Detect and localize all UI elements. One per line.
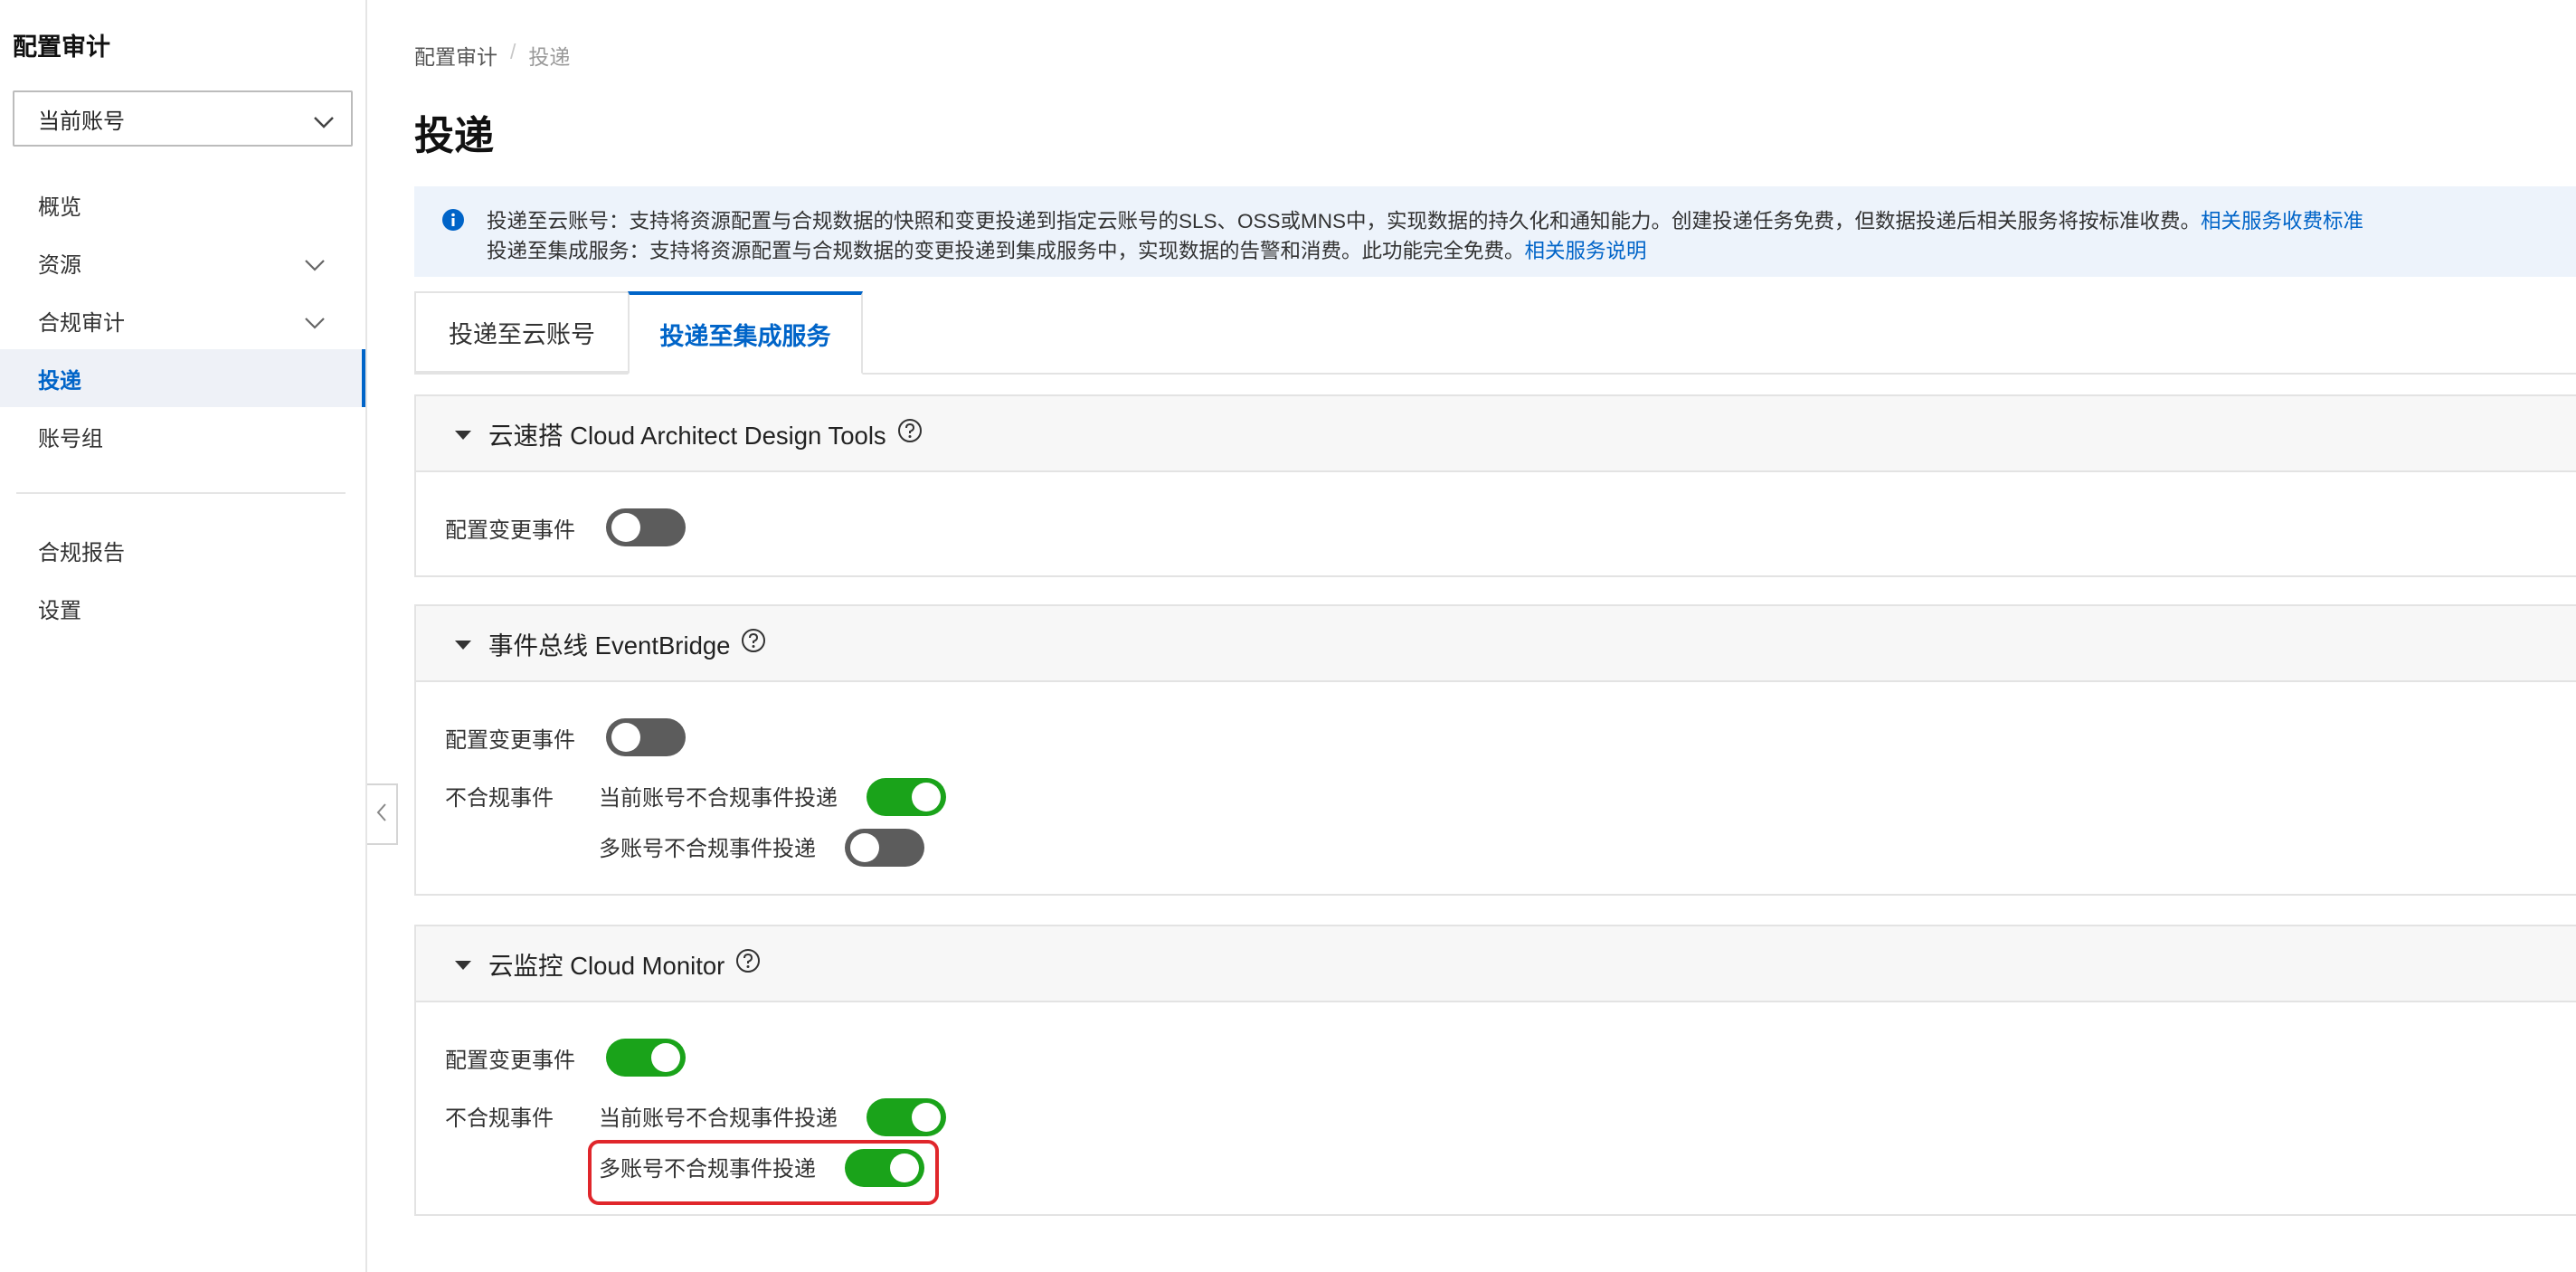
sidebar-item-label: 合规审计 [38,310,125,336]
cloudmonitor-config-change-switch[interactable] [606,1039,686,1077]
config-change-label: 配置变更事件 [445,518,575,543]
caret-down-icon [454,419,472,448]
pricing-link[interactable]: 相关服务收费标准 [2201,210,2363,233]
cadt-config-change-switch[interactable] [606,508,686,546]
main-content: 配置审计 / 投递 投递 投递至云账号：支持将资源配置与合规数据的快照和变更投递… [414,0,2576,1272]
current-account-label: 当前账号不合规事件投递 [599,786,838,811]
panel-cadt: 云速搭 Cloud Architect Design Tools 配置变更事件 [414,394,2576,577]
current-account-row: 当前账号不合规事件投递 [599,780,838,812]
tab-label: 投递至云账号 [449,320,595,348]
sidebar-item-compliance-audit[interactable]: 合规审计 [0,291,365,349]
help-icon[interactable] [735,948,761,980]
help-icon[interactable] [897,418,923,450]
cloudmonitor-multi-account-switch[interactable] [845,1149,924,1187]
page-title: 投递 [414,114,494,158]
breadcrumb-separator: / [510,40,516,63]
breadcrumb-current: 投递 [528,45,571,69]
multi-account-label: 多账号不合规事件投递 [599,1157,816,1182]
noncompliance-label: 不合规事件 [445,1106,554,1131]
switch-knob [912,1103,941,1132]
help-icon[interactable] [741,628,766,660]
switch-knob [890,1153,919,1182]
panel-header[interactable]: 云速搭 Cloud Architect Design Tools [416,396,2576,472]
chevron-down-icon [304,311,326,337]
config-change-row: 配置变更事件 [445,1042,575,1074]
panel-eventbridge: 事件总线 EventBridge 配置变更事件 不合规事件 当前账号不合规事件投… [414,604,2576,896]
caret-down-icon [454,629,472,658]
switch-knob [651,1043,680,1072]
alert-line-2: 投递至集成服务：支持将资源配置与合规数据的变更投递到集成服务中，实现数据的告警和… [487,236,2576,266]
panel-title: 事件总线 EventBridge [488,631,731,660]
sidebar-item-resources[interactable]: 资源 [0,233,365,291]
tab-deliver-to-integrated-service[interactable]: 投递至集成服务 [628,291,863,375]
sidebar-title: 配置审计 [13,33,110,61]
config-change-label: 配置变更事件 [445,1049,575,1073]
info-alert: 投递至云账号：支持将资源配置与合规数据的快照和变更投递到指定云账号的SLS、OS… [414,186,2576,277]
alert-line-1: 投递至云账号：支持将资源配置与合规数据的快照和变更投递到指定云账号的SLS、OS… [487,206,2576,236]
sidebar-item-label: 合规报告 [38,540,125,565]
noncompliance-label: 不合规事件 [445,786,554,811]
sidebar-divider [16,492,346,494]
current-account-label: 当前账号不合规事件投递 [599,1106,838,1131]
service-description-link[interactable]: 相关服务说明 [1525,240,1647,262]
sidebar-item-compliance-report[interactable]: 合规报告 [0,521,365,579]
account-select[interactable]: 当前账号 [13,90,353,147]
multi-account-row: 多账号不合规事件投递 [599,1151,816,1182]
panel-title: 云监控 Cloud Monitor [488,952,725,980]
sidebar-item-label: 概览 [38,195,81,220]
chevron-down-icon [304,253,326,279]
switch-knob [912,783,941,812]
sidebar-item-settings[interactable]: 设置 [0,579,365,637]
delivery-tabs: 投递至云账号 投递至集成服务 [414,291,2576,375]
sidebar: 配置审计 当前账号 概览 资源 合规审计 投递 账号组 合规报告 设置 [0,0,367,1272]
sidebar-item-label: 投递 [38,368,81,394]
sidebar-item-account-group[interactable]: 账号组 [0,407,365,465]
panel-header[interactable]: 云监控 Cloud Monitor [416,926,2576,1002]
noncompliance-label-row: 不合规事件 [445,1100,554,1132]
switch-knob [850,833,879,862]
config-change-row: 配置变更事件 [445,512,575,544]
current-account-row: 当前账号不合规事件投递 [599,1100,838,1132]
panel-title: 云速搭 Cloud Architect Design Tools [488,422,886,450]
noncompliance-label-row: 不合规事件 [445,780,554,812]
eventbridge-multi-account-switch[interactable] [845,829,924,867]
cloudmonitor-current-account-switch[interactable] [867,1098,946,1136]
tab-deliver-to-cloud-account[interactable]: 投递至云账号 [414,291,628,373]
multi-account-label: 多账号不合规事件投递 [599,837,816,861]
config-change-label: 配置变更事件 [445,728,575,753]
caret-down-icon [454,949,472,978]
sidebar-item-overview[interactable]: 概览 [0,176,365,233]
sidebar-item-label: 资源 [38,252,81,278]
chevron-down-icon [313,110,335,136]
switch-knob [611,513,640,542]
breadcrumb-root[interactable]: 配置审计 [414,40,497,71]
tab-label: 投递至集成服务 [659,322,831,350]
panel-cloud-monitor: 云监控 Cloud Monitor 配置变更事件 不合规事件 当前账号不合规事件… [414,925,2576,1216]
switch-knob [611,723,640,752]
sidebar-item-label: 设置 [38,598,81,623]
sidebar-item-delivery[interactable]: 投递 [0,349,365,407]
eventbridge-current-account-switch[interactable] [867,778,946,816]
alert-text: 投递至集成服务：支持将资源配置与合规数据的变更投递到集成服务中，实现数据的告警和… [487,240,1525,262]
alert-text: 投递至云账号：支持将资源配置与合规数据的快照和变更投递到指定云账号的SLS、OS… [487,210,2202,233]
breadcrumb: 配置审计 / 投递 [414,40,570,71]
chevron-left-icon [375,802,388,828]
sidebar-collapse-handle[interactable] [367,783,398,845]
sidebar-nav: 概览 资源 合规审计 投递 账号组 合规报告 设置 [0,176,365,637]
sidebar-item-label: 账号组 [38,426,103,451]
config-change-row: 配置变更事件 [445,722,575,754]
account-select-value: 当前账号 [38,109,125,134]
multi-account-row: 多账号不合规事件投递 [599,831,816,862]
info-icon [441,208,465,240]
eventbridge-config-change-switch[interactable] [606,718,686,756]
panel-header[interactable]: 事件总线 EventBridge [416,606,2576,682]
